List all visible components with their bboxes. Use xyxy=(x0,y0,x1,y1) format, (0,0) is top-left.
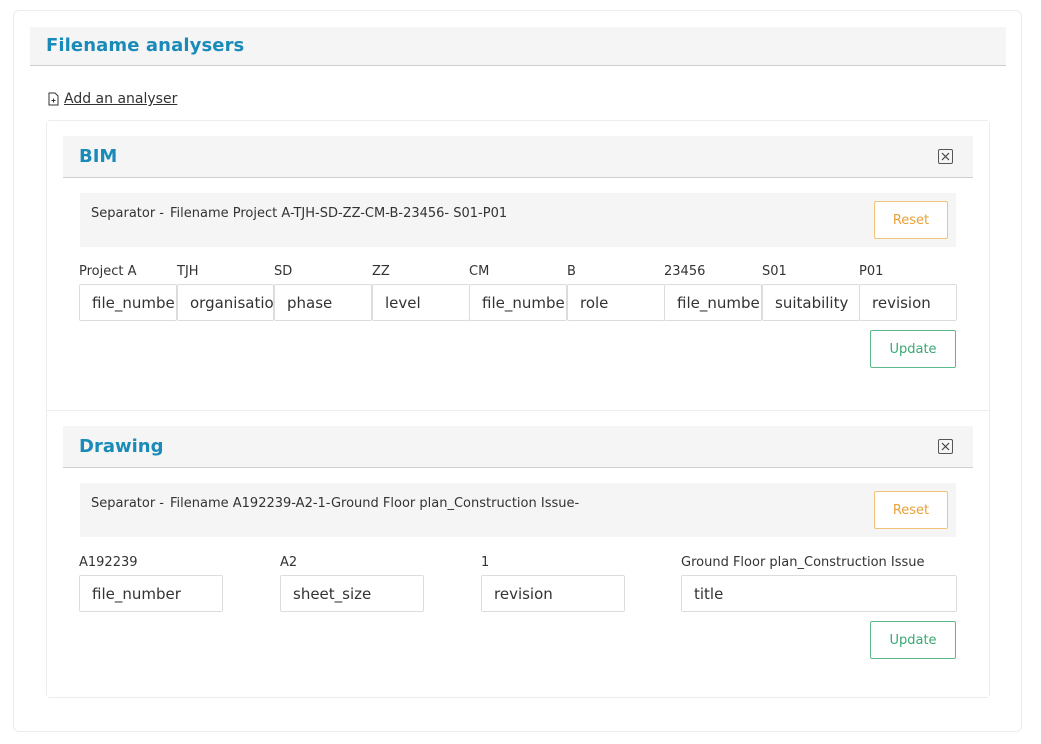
update-button[interactable]: Update xyxy=(870,621,956,659)
separator-bar: Separator - Filename Project A-TJH-SD-ZZ-… xyxy=(80,193,956,247)
close-icon[interactable] xyxy=(938,439,953,454)
field-label: 23456 xyxy=(664,264,706,279)
field-input[interactable]: sheet_size xyxy=(280,575,424,612)
field-label: SD xyxy=(274,264,293,279)
reset-button[interactable]: Reset xyxy=(874,491,948,529)
field-input[interactable]: suitability xyxy=(762,284,860,321)
field-input[interactable]: phase xyxy=(274,284,372,321)
field-input[interactable]: file_number xyxy=(664,284,762,321)
page-title: Filename analysers xyxy=(46,35,245,56)
field-label: CM xyxy=(469,264,490,279)
separator-text: Separator - Filename Project A-TJH-SD-ZZ-… xyxy=(91,206,507,221)
field-label: ZZ xyxy=(372,264,390,279)
analyser-header: Drawing xyxy=(63,426,973,468)
reset-button[interactable]: Reset xyxy=(874,201,948,239)
field-input[interactable]: revision xyxy=(859,284,957,321)
field-input[interactable]: file_number xyxy=(79,284,177,321)
separator-bar: Separator - Filename A192239-A2-1-Ground … xyxy=(80,483,956,537)
separator-text: Separator - Filename A192239-A2-1-Ground … xyxy=(91,496,579,511)
update-button[interactable]: Update xyxy=(870,330,956,368)
field-label: P01 xyxy=(859,264,884,279)
page-header: Filename analysers xyxy=(30,27,1006,66)
field-label: B xyxy=(567,264,576,279)
separator-label: Separator - xyxy=(91,206,164,221)
field-label: A2 xyxy=(280,555,298,570)
field-input[interactable]: role xyxy=(567,284,665,321)
field-input[interactable]: file_number xyxy=(469,284,567,321)
field-label: Ground Floor plan_Construction Issue xyxy=(681,555,925,570)
file-add-icon xyxy=(48,92,59,106)
field-input[interactable]: file_number xyxy=(79,575,223,612)
field-label: S01 xyxy=(762,264,787,279)
add-analyser-link[interactable]: Add an analyser xyxy=(47,91,177,107)
field-label: Project A xyxy=(79,264,137,279)
analyser-header: BIM xyxy=(63,136,973,178)
add-analyser-label: Add an analyser xyxy=(64,91,178,107)
field-input[interactable]: revision xyxy=(481,575,625,612)
analyser-card-drawing: Drawing Separator - Filename A192239-A2-1… xyxy=(47,410,989,697)
field-input[interactable]: organisation xyxy=(177,284,274,321)
field-input[interactable]: level xyxy=(372,284,470,321)
analyser-title: Drawing xyxy=(79,436,164,457)
analyser-card-bim: BIM Separator - Filename Project A-TJH-SD… xyxy=(47,121,989,408)
field-label: A192239 xyxy=(79,555,138,570)
filename-text: Filename Project A-TJH-SD-ZZ-CM-B-23456-… xyxy=(170,206,508,221)
field-label: 1 xyxy=(481,555,490,570)
filename-text: Filename A192239-A2-1-Ground Floor plan_… xyxy=(170,496,580,511)
field-label: TJH xyxy=(177,264,199,279)
separator-label: Separator - xyxy=(91,496,164,511)
close-icon[interactable] xyxy=(938,149,953,164)
analyser-title: BIM xyxy=(79,146,118,167)
field-input[interactable]: title xyxy=(681,575,957,612)
